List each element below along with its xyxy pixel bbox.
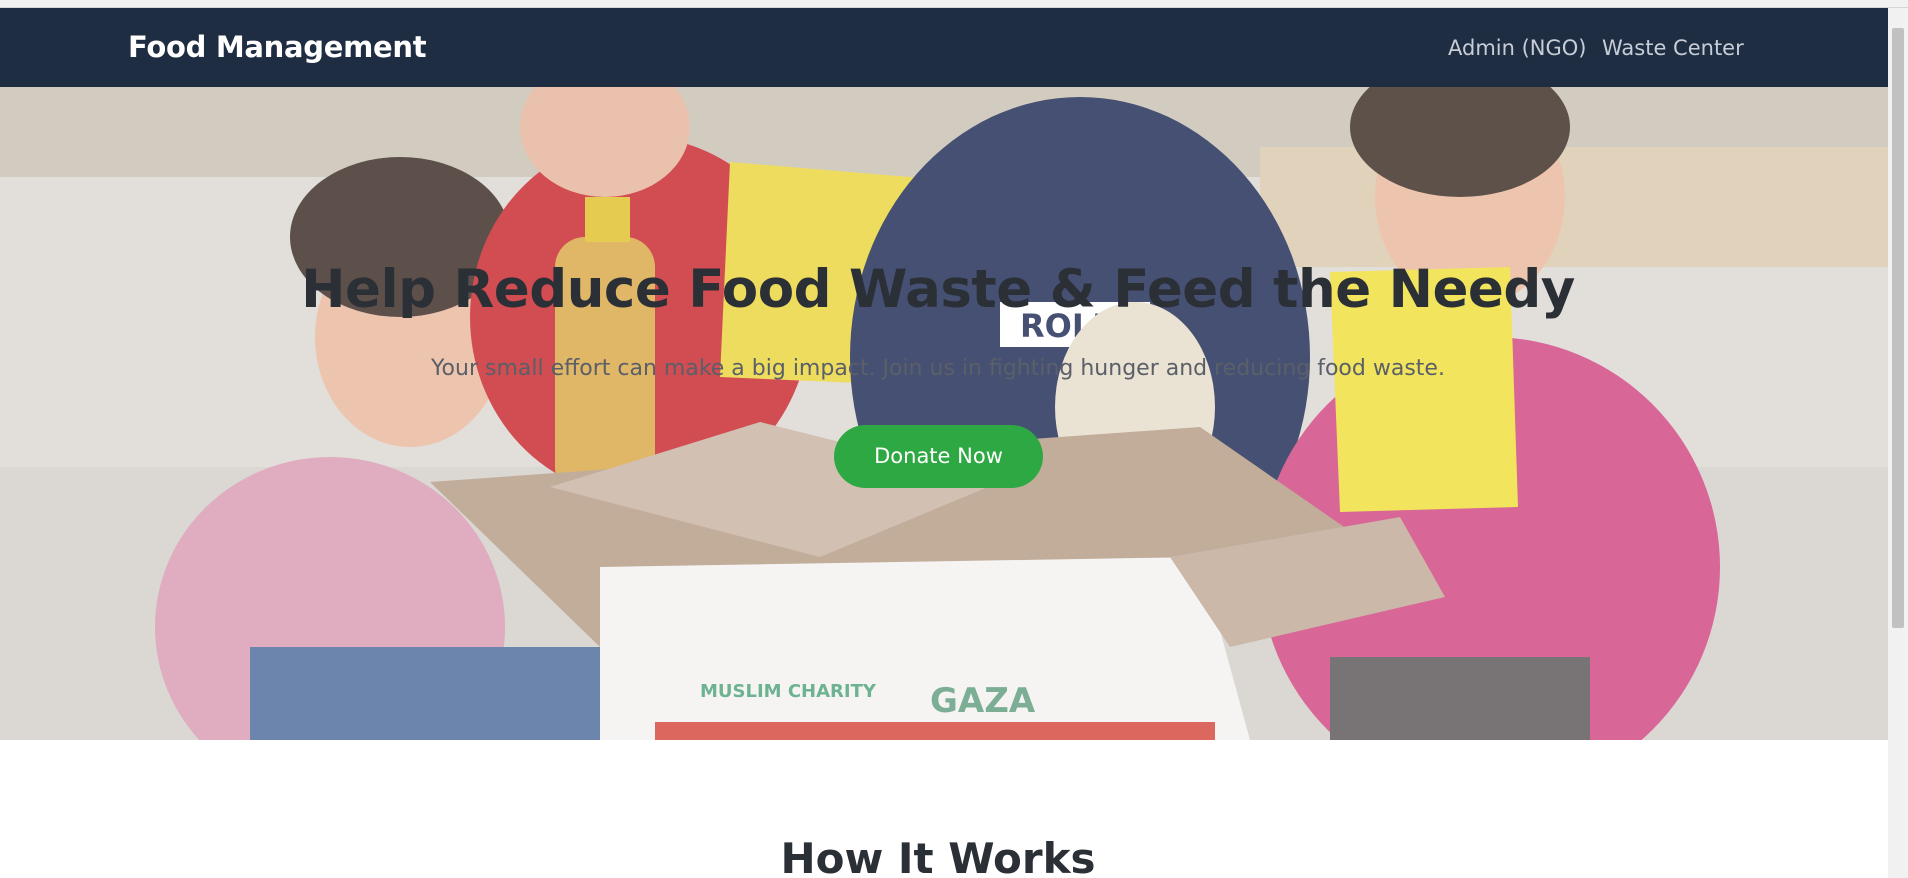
navbar: Food Management Admin (NGO) Waste Center (0, 8, 1888, 87)
page-scrollbar[interactable] (1888, 8, 1908, 878)
scrollbar-thumb[interactable] (1892, 28, 1904, 628)
hero-subtitle: Your small effort can make a big impact.… (431, 356, 1445, 381)
hero-background-image: ROLE MUSLIM CHARITY GAZA (0, 87, 1888, 740)
donate-now-button[interactable]: Donate Now (834, 425, 1043, 488)
browser-top-edge (0, 0, 1908, 8)
hero-section: ROLE MUSLIM CHARITY GAZA Help Reduce Foo… (0, 87, 1888, 740)
brand-logo-link[interactable]: Food Management (128, 30, 427, 64)
how-it-works-title: How It Works (780, 834, 1096, 878)
page: Food Management Admin (NGO) Waste Center (0, 0, 1908, 878)
nav-link-waste-center[interactable]: Waste Center (1602, 36, 1744, 60)
nav-link-admin-ngo[interactable]: Admin (NGO) (1448, 36, 1587, 60)
hero-title: Help Reduce Food Waste & Feed the Needy (301, 259, 1575, 320)
